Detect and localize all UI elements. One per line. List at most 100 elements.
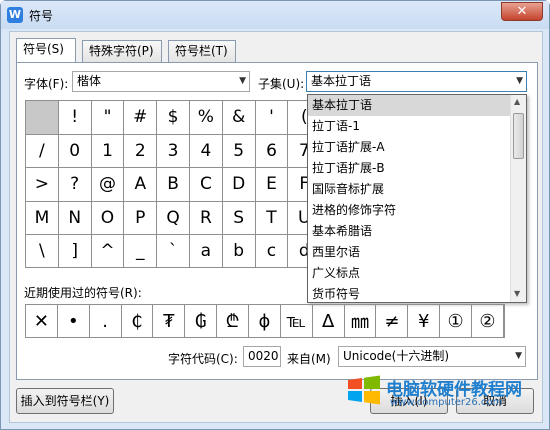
recent-symbol-cell[interactable]: ∆ [313, 305, 345, 337]
font-label: 字体(F): [24, 77, 69, 91]
symbol-dialog: W 符号 ✕ 符号(S) 特殊字符(P) 符号栏(T) 字体(F): 楷体 ▼ … [0, 0, 550, 430]
recent-symbol-cell[interactable]: ≠ [376, 305, 409, 337]
wps-app-icon: W [7, 7, 23, 23]
symbol-cell[interactable]: ^ [92, 235, 125, 267]
chevron-down-icon: ▼ [515, 351, 522, 361]
charcode-input[interactable]: 0020 [243, 346, 281, 367]
subset-value: 基本拉丁语 [311, 74, 372, 88]
watermark: 电脑软硬件教程网 www.computer26.com [346, 373, 546, 413]
chevron-down-icon: ▼ [516, 76, 523, 86]
symbol-cell[interactable]: B [157, 168, 190, 202]
recent-symbols-label: 近期使用过的符号(R): [24, 286, 142, 300]
insert-to-bar-button[interactable]: 插入到符号栏(Y) [16, 388, 114, 414]
subset-select[interactable]: 基本拉丁语 ▼ [306, 71, 527, 92]
symbol-cell[interactable]: R [189, 201, 223, 235]
recent-symbol-cell[interactable]: ℡ [281, 305, 313, 337]
symbol-cell[interactable]: " [91, 101, 125, 135]
subset-option[interactable]: 进格的修饰字符 [308, 200, 511, 221]
charcode-label: 字符代码(C): [168, 352, 238, 366]
recent-symbol-cell[interactable]: ✕ [26, 305, 58, 337]
from-label: 来自(M) [287, 352, 331, 366]
symbol-cell[interactable]: % [189, 101, 223, 135]
dialog-body: 符号(S) 特殊字符(P) 符号栏(T) 字体(F): 楷体 ▼ 子集(U): … [9, 31, 543, 423]
tab-symbol[interactable]: 符号(S) [16, 38, 76, 62]
symbol-cell[interactable]: A [124, 168, 158, 202]
symbol-cell[interactable]: E [255, 168, 289, 202]
symbol-cell[interactable]: ? [58, 168, 92, 202]
recent-symbol-cell[interactable]: • [58, 305, 90, 337]
symbol-cell[interactable]: D [222, 168, 256, 202]
recent-symbol-cell[interactable]: ₮ [153, 305, 186, 337]
symbol-cell[interactable]: & [222, 101, 256, 135]
windows-logo-icon [348, 375, 380, 405]
symbol-cell[interactable]: 3 [157, 134, 190, 168]
symbol-cell[interactable]: 1 [91, 134, 125, 168]
subset-option[interactable]: 国际音标扩展 [308, 179, 511, 200]
recent-symbol-cell[interactable]: ɸ [249, 305, 281, 337]
symbol-cell[interactable]: N [58, 201, 92, 235]
subset-option[interactable]: 拉丁语-1 [308, 116, 511, 137]
recent-symbol-cell[interactable]: ₲ [185, 305, 218, 337]
font-value: 楷体 [77, 74, 102, 88]
dropdown-scrollbar[interactable]: ▲ ▼ [510, 95, 526, 302]
symbol-cell[interactable]: > [26, 168, 59, 202]
symbol-cell[interactable]: ' [255, 101, 289, 135]
symbol-cell[interactable]: 4 [189, 134, 223, 168]
subset-option[interactable]: 西里尔语 [308, 242, 511, 263]
subset-option[interactable]: 拉丁语扩展-B [308, 158, 511, 179]
tab-special-chars[interactable]: 特殊字符(P) [82, 40, 162, 62]
subset-option[interactable]: 货币符号 [308, 284, 511, 305]
symbol-cell[interactable]: 2 [124, 134, 158, 168]
symbol-grid: ! " # $% & '(/0 1 2 3 4 5 6 7 >? @ A B C D E F M N O P Q R S T U \] ^ _ `… [25, 100, 321, 268]
symbol-cell[interactable]: M [26, 201, 59, 235]
close-button[interactable]: ✕ [501, 2, 543, 21]
symbol-cell[interactable]: / [26, 134, 59, 168]
subset-option[interactable]: 拉丁语扩展-A [308, 137, 511, 158]
recent-symbol-cell[interactable]: ¥ [408, 305, 441, 337]
subset-dropdown-list: 基本拉丁语 拉丁语-1 拉丁语扩展-A 拉丁语扩展-B 国际音标扩展 进格的修饰字符 基本希… [307, 94, 527, 303]
recent-symbol-cell[interactable]: . [90, 305, 122, 337]
recent-symbol-cell[interactable]: ② [472, 305, 504, 337]
recent-symbol-cell[interactable]: ㎜ [345, 305, 377, 337]
font-select[interactable]: 楷体 ▼ [72, 71, 250, 92]
symbol-cell[interactable]: a [190, 235, 223, 267]
title-bar: W 符号 ✕ [1, 1, 549, 29]
symbol-cell[interactable]: P [124, 201, 158, 235]
symbol-cell[interactable]: S [222, 201, 256, 235]
symbol-cell[interactable]: O [91, 201, 125, 235]
symbol-cell[interactable]: ] [59, 235, 92, 267]
scroll-up-icon[interactable]: ▲ [514, 97, 520, 106]
watermark-url: www.computer26.com [390, 397, 503, 408]
scroll-down-icon[interactable]: ▼ [514, 289, 520, 298]
symbol-cell[interactable]: # [124, 101, 158, 135]
symbol-cell[interactable]: Q [157, 201, 190, 235]
symbol-cell[interactable]: b [223, 235, 256, 267]
symbol-cell[interactable]: c [256, 235, 289, 267]
symbol-cell[interactable] [26, 101, 59, 135]
subset-option[interactable]: 广义标点 [308, 263, 511, 284]
from-select[interactable]: Unicode(十六进制) ▼ [338, 346, 526, 367]
recent-symbol-cell[interactable]: ₾ [217, 305, 250, 337]
subset-option[interactable]: 基本拉丁语 [308, 95, 511, 116]
symbol-cell[interactable]: 6 [255, 134, 289, 168]
scroll-thumb[interactable] [513, 113, 524, 159]
symbol-cell[interactable]: @ [91, 168, 125, 202]
from-value: Unicode(十六进制) [343, 349, 450, 363]
symbol-cell[interactable]: ! [58, 101, 92, 135]
symbol-cell[interactable]: C [189, 168, 223, 202]
recent-symbol-cell[interactable]: ① [440, 305, 473, 337]
symbol-cell[interactable]: \ [26, 235, 59, 267]
subset-option[interactable]: 基本希腊语 [308, 221, 511, 242]
tab-symbol-bar[interactable]: 符号栏(T) [168, 40, 236, 62]
symbol-cell[interactable]: T [255, 201, 289, 235]
subset-label: 子集(U): [258, 77, 305, 91]
chevron-down-icon: ▼ [239, 76, 246, 86]
recent-symbol-cell[interactable]: ₵ [122, 305, 154, 337]
symbol-cell[interactable]: _ [124, 235, 158, 267]
recent-symbols-row: ✕ •. ₵ ₮ ₲ ₾ ɸ ℡ ∆ ㎜ ≠ ¥ ① ② [25, 304, 505, 338]
symbol-cell[interactable]: ` [157, 235, 190, 267]
symbol-cell[interactable]: 5 [222, 134, 256, 168]
symbol-cell[interactable]: 0 [58, 134, 92, 168]
symbol-cell[interactable]: $ [157, 101, 190, 135]
window-title: 符号 [29, 9, 54, 23]
